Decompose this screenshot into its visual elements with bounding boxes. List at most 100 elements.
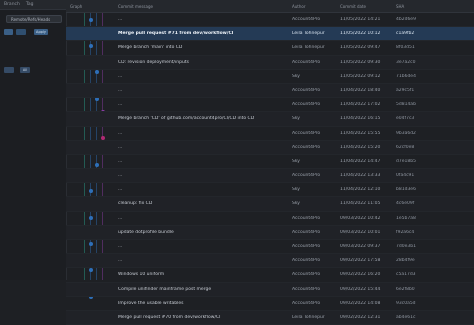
commit-author: Account4Pro: [292, 300, 321, 306]
commit-row[interactable]: ... Account4Pro 09/02/2022 17:58 28b4f9e: [66, 254, 474, 269]
commit-row[interactable]: Merge pull request #71 from dev/workflow…: [66, 27, 474, 42]
commit-message: ...: [118, 17, 123, 22]
commit-message: ...: [118, 173, 123, 179]
commit-sha: 4c6e09f: [396, 201, 415, 207]
commit-row[interactable]: update dotprofile bundle Account4Pro 09/03…: [66, 225, 474, 240]
commit-date: 09/02/2022 12:31: [340, 314, 381, 320]
commit-message: ...: [118, 73, 123, 79]
commit-message: Improve the usable writables: [118, 300, 184, 306]
commit-sha: 62cf0e8: [396, 144, 415, 150]
commit-row[interactable]: ... Account4Pro 11/05/2022 14:21 4b2d6e9: [66, 13, 474, 28]
tag-chip-all[interactable]: All: [20, 67, 30, 73]
column-header: Graph Commit message Author Commit date …: [66, 0, 474, 13]
commit-message: ...: [118, 144, 123, 150]
tag-chip[interactable]: [4, 67, 14, 73]
commit-row[interactable]: Compile unifinder mainframe post merge Ac…: [66, 282, 474, 297]
commit-message: ...: [118, 87, 123, 93]
commit-author: Leila Tohnepur: [292, 31, 325, 37]
commit-author: Account4Pro: [292, 130, 321, 136]
commit-message: ...: [118, 244, 123, 249]
commit-row[interactable]: ... Sky 11/05/2022 09:12 71b6de4: [66, 70, 474, 84]
apply-button[interactable]: Apply: [34, 29, 48, 35]
commit-date: 11/05/2022 10:12: [340, 31, 381, 37]
commit-row[interactable]: Merge branch 'main' into CD Leila Tohnepu…: [66, 41, 474, 56]
column-sha[interactable]: SHA: [396, 4, 404, 9]
commit-author: Leila Tohnepur: [292, 45, 325, 51]
branch-filter-input[interactable]: [6, 15, 62, 23]
branch-panel: Branch Tag Apply All: [0, 0, 67, 280]
commit-sha: c5a17d3: [396, 272, 416, 278]
commit-sha: 8f03d51: [396, 45, 415, 51]
commit-message: Windows 10 uniform: [118, 272, 165, 278]
commit-message: ...: [118, 102, 123, 108]
commit-date: 11/04/2022 13:33: [340, 173, 381, 179]
commit-date: 11/05/2022 09:47: [340, 45, 381, 51]
remove-branch-button[interactable]: [16, 29, 26, 35]
commit-message: CD: revision deployment/inputs: [118, 59, 189, 65]
commit-author: Account4Pro: [292, 215, 321, 221]
commit-row[interactable]: ... Account4Pro 11/04/2022 17:02 5d814ab: [66, 98, 474, 113]
commit-row[interactable]: ... Sky 11/04/2022 14:47 d7e18b5: [66, 155, 474, 170]
tab-branch[interactable]: Branch: [4, 2, 20, 7]
commit-date: 11/04/2022 15:55: [340, 130, 381, 136]
commit-date: 09/02/2022 15:44: [340, 286, 381, 292]
column-author[interactable]: Author: [292, 4, 305, 9]
commit-author: Sky: [292, 73, 300, 79]
commit-row[interactable]: ... Account4Pro 11/04/2022 18:40 a29c5f1: [66, 83, 474, 99]
commit-row[interactable]: ... Account4Pro 11/04/2022 15:20 62cf0e8: [66, 140, 474, 155]
commit-message: Merge pull request #71 from dev/workflow…: [118, 31, 234, 37]
commit-message: Compile unifinder mainframe post merge: [118, 286, 212, 292]
commit-row[interactable]: Windows 10 uniform Account4Pro 09/02/2022 …: [66, 268, 474, 283]
commit-author: Sky: [292, 158, 300, 164]
commit-message: ...: [118, 130, 123, 136]
commit-author: Account4Pro: [292, 87, 321, 93]
commit-message: Merge branch 'main' into CD: [118, 45, 183, 51]
commit-date: 11/05/2022 14:21: [340, 17, 381, 22]
tab-tag[interactable]: Tag: [26, 2, 34, 7]
commit-row[interactable]: ... Account4Pro 09/03/2022 09:37 7d0e3b1: [66, 240, 474, 255]
column-message[interactable]: Commit message: [118, 4, 153, 9]
commit-sha: 0fa4c91: [396, 173, 415, 179]
commit-row[interactable]: ... Account4Pro 09/03/2022 10:42 1e5b7a8: [66, 212, 474, 226]
commit-list-panel: Graph Commit message Author Commit date …: [66, 0, 474, 325]
commit-sha: 9b3a6d2: [396, 130, 416, 136]
commit-row[interactable]: ... Account4Pro 11/04/2022 13:33 0fa4c91: [66, 169, 474, 184]
commit-author: Leila Tohnepur: [292, 314, 325, 320]
commit-date: 09/03/2022 10:01: [340, 229, 381, 235]
commit-date: 11/05/2022 09:12: [340, 73, 381, 79]
commit-date: 11/04/2022 18:40: [340, 87, 381, 93]
column-graph[interactable]: Graph: [70, 4, 82, 9]
commit-row[interactable]: Merge pull request #70 from dev/workflow…: [66, 310, 474, 325]
commit-author: Account4Pro: [292, 144, 321, 150]
commit-sha: 71b6de4: [396, 73, 416, 79]
commit-message: Merge pull request #70 from dev/workflow…: [118, 314, 221, 320]
commit-date: 09/03/2022 09:37: [340, 244, 381, 249]
commit-sha: 28b4f9e: [396, 258, 415, 264]
commit-row[interactable]: CD: revision deployment/inputs Account4Pr…: [66, 55, 474, 70]
commit-author: Sky: [292, 201, 300, 207]
commit-author: Account4Pro: [292, 229, 321, 235]
commit-author: Sky: [292, 187, 300, 193]
commit-sha: 5d814ab: [396, 102, 416, 108]
commit-message: ...: [118, 258, 123, 264]
add-branch-button[interactable]: [4, 29, 13, 35]
commit-author: Account4Pro: [292, 258, 321, 264]
commit-sha: a29c5f1: [396, 87, 415, 93]
commit-date: 11/04/2022 11:05: [340, 201, 381, 207]
commit-author: Account4Pro: [292, 272, 321, 278]
commit-sha: c1a9fb2: [396, 31, 415, 37]
commit-date: 11/04/2022 14:47: [340, 158, 381, 164]
commit-date: 11/04/2022 12:10: [340, 187, 381, 193]
commit-author: Sky: [292, 116, 300, 122]
commit-row[interactable]: cleanup: fix CD Sky 11/04/2022 11:05 4c6e09…: [66, 197, 474, 212]
commit-row[interactable]: Merge branch 'CD' of github.com/account4…: [66, 112, 474, 127]
commit-row[interactable]: ... Sky 11/04/2022 12:10 b81d3e6: [66, 183, 474, 198]
commit-message: cleanup: fix CD: [118, 201, 153, 207]
commit-author: Account4Pro: [292, 173, 321, 179]
commit-sha: 4b2d6e9: [396, 17, 416, 22]
commit-sha: 1e5b7a8: [396, 215, 416, 221]
commit-row[interactable]: Improve the usable writables Account4Pro 0…: [66, 297, 474, 311]
column-date[interactable]: Commit date: [340, 4, 366, 9]
commit-row[interactable]: ... Account4Pro 11/04/2022 15:55 9b3a6d2: [66, 127, 474, 141]
branch-panel-header: Branch Tag: [0, 0, 66, 10]
